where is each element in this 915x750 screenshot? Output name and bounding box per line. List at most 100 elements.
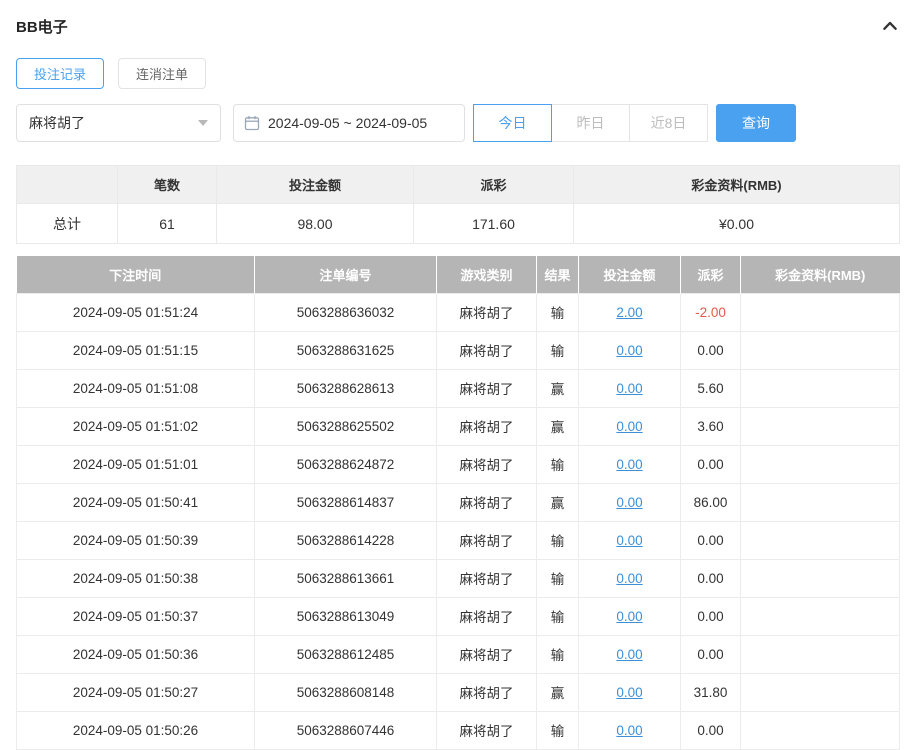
bet-amount-link[interactable]: 0.00	[616, 381, 642, 396]
bet-time-cell: 2024-09-05 01:50:39	[16, 520, 255, 560]
table-row: 2024-09-05 01:51:02 5063288625502 麻将胡了赢 0.0…	[16, 406, 900, 446]
collapse-chevron-up-icon[interactable]	[881, 17, 899, 35]
payout-cell: 0.00	[680, 558, 741, 598]
bonus-cell	[740, 368, 900, 408]
payout-cell: 31.80	[680, 672, 741, 712]
summary-header-cell: 投注金额	[216, 165, 414, 204]
bet-amount-cell: 0.00	[578, 482, 681, 522]
bonus-cell	[740, 444, 900, 484]
order-id-cell: 5063288607446	[254, 710, 437, 750]
result-cell: 输	[536, 292, 579, 332]
records-header-cell: 注单编号	[254, 256, 437, 293]
tab-bet-records[interactable]: 投注记录	[16, 58, 105, 89]
filter-bar: 麻将胡了 2024-09-05 ~ 2024-09-05 今日 昨日 近8日 查…	[16, 104, 899, 142]
records-header-cell: 投注金额	[578, 256, 681, 293]
game-type-cell: 麻将胡了	[436, 330, 537, 370]
bet-amount-link[interactable]: 0.00	[616, 533, 642, 548]
table-row: 2024-09-05 01:50:36 5063288612485 麻将胡了输 0.0…	[16, 634, 900, 674]
result-cell: 输	[536, 710, 579, 750]
result-cell: 输	[536, 444, 579, 484]
summary-header-cell: 笔数	[117, 165, 217, 204]
bet-time-cell: 2024-09-05 01:50:26	[16, 710, 255, 750]
bet-amount-cell: 0.00	[578, 672, 681, 712]
chevron-down-icon	[198, 120, 208, 126]
bet-amount-cell: 0.00	[578, 330, 681, 370]
payout-cell: 5.60	[680, 368, 741, 408]
summary-total-label: 总计	[16, 203, 118, 244]
bet-amount-link[interactable]: 0.00	[616, 647, 642, 662]
bet-time-cell: 2024-09-05 01:50:36	[16, 634, 255, 674]
bet-time-cell: 2024-09-05 01:50:41	[16, 482, 255, 522]
bet-amount-link[interactable]: 0.00	[616, 685, 642, 700]
search-button[interactable]: 查询	[716, 104, 796, 142]
date-range-picker[interactable]: 2024-09-05 ~ 2024-09-05	[233, 104, 465, 142]
order-id-cell: 5063288614837	[254, 482, 437, 522]
bet-amount-cell: 0.00	[578, 558, 681, 598]
bet-amount-link[interactable]: 2.00	[616, 305, 642, 320]
payout-cell: 3.60	[680, 406, 741, 446]
table-row: 2024-09-05 01:51:01 5063288624872 麻将胡了输 0.0…	[16, 444, 900, 484]
game-select[interactable]: 麻将胡了	[16, 104, 221, 142]
summary-total-row: 总计 61 98.00 171.60 ¥0.00	[16, 203, 900, 244]
calendar-icon	[244, 115, 260, 131]
bet-amount-link[interactable]: 0.00	[616, 343, 642, 358]
table-row: 2024-09-05 01:50:26 5063288607446 麻将胡了输 0.0…	[16, 710, 900, 750]
table-row: 2024-09-05 01:50:27 5063288608148 麻将胡了赢 0.0…	[16, 672, 900, 712]
bet-amount-link[interactable]: 0.00	[616, 495, 642, 510]
game-type-cell: 麻将胡了	[436, 558, 537, 598]
summary-header-cell	[16, 165, 118, 204]
bonus-cell	[740, 406, 900, 446]
order-id-cell: 5063288631625	[254, 330, 437, 370]
result-cell: 输	[536, 558, 579, 598]
result-cell: 输	[536, 634, 579, 674]
result-cell: 赢	[536, 672, 579, 712]
bet-amount-cell: 0.00	[578, 520, 681, 560]
table-row: 2024-09-05 01:50:39 5063288614228 麻将胡了输 0.0…	[16, 520, 900, 560]
game-type-cell: 麻将胡了	[436, 292, 537, 332]
bet-amount-link[interactable]: 0.00	[616, 419, 642, 434]
bet-amount-link[interactable]: 0.00	[616, 457, 642, 472]
records-header-cell: 彩金资料(RMB)	[740, 256, 900, 293]
bet-time-cell: 2024-09-05 01:50:37	[16, 596, 255, 636]
last-8-days-button[interactable]: 近8日	[629, 104, 708, 142]
bonus-cell	[740, 672, 900, 712]
records-header-cell: 派彩	[680, 256, 741, 293]
result-cell: 赢	[536, 406, 579, 446]
payout-cell: 0.00	[680, 330, 741, 370]
order-id-cell: 5063288614228	[254, 520, 437, 560]
today-button[interactable]: 今日	[473, 104, 552, 142]
bet-amount-link[interactable]: 0.00	[616, 571, 642, 586]
order-id-cell: 5063288625502	[254, 406, 437, 446]
result-cell: 赢	[536, 368, 579, 408]
payout-cell: -2.00	[680, 292, 741, 332]
game-type-cell: 麻将胡了	[436, 710, 537, 750]
summary-header-row: 笔数 投注金额 派彩 彩金资料(RMB)	[16, 165, 900, 204]
bonus-cell	[740, 558, 900, 598]
payout-cell: 0.00	[680, 596, 741, 636]
game-type-cell: 麻将胡了	[436, 596, 537, 636]
order-id-cell: 5063288613661	[254, 558, 437, 598]
table-row: 2024-09-05 01:50:41 5063288614837 麻将胡了赢 0.0…	[16, 482, 900, 522]
bonus-cell	[740, 330, 900, 370]
bet-amount-link[interactable]: 0.00	[616, 723, 642, 738]
game-type-cell: 麻将胡了	[436, 368, 537, 408]
bet-amount-link[interactable]: 0.00	[616, 609, 642, 624]
records-header-cell: 结果	[536, 256, 579, 293]
result-cell: 输	[536, 596, 579, 636]
summary-header-cell: 彩金资料(RMB)	[573, 165, 900, 204]
bet-amount-cell: 0.00	[578, 710, 681, 750]
records-header-cell: 下注时间	[16, 256, 255, 293]
table-row: 2024-09-05 01:51:15 5063288631625 麻将胡了输 0.0…	[16, 330, 900, 370]
bonus-cell	[740, 634, 900, 674]
records-table-body: 2024-09-05 01:51:24 5063288636032 麻将胡了输 2.0…	[16, 292, 900, 750]
payout-cell: 0.00	[680, 634, 741, 674]
bet-time-cell: 2024-09-05 01:51:24	[16, 292, 255, 332]
bet-amount-cell: 0.00	[578, 406, 681, 446]
bet-amount-cell: 0.00	[578, 634, 681, 674]
order-id-cell: 5063288624872	[254, 444, 437, 484]
tab-chain-cancel-orders[interactable]: 连消注单	[118, 58, 207, 89]
yesterday-button[interactable]: 昨日	[551, 104, 630, 142]
order-id-cell: 5063288608148	[254, 672, 437, 712]
order-id-cell: 5063288613049	[254, 596, 437, 636]
table-row: 2024-09-05 01:50:37 5063288613049 麻将胡了输 0.0…	[16, 596, 900, 636]
